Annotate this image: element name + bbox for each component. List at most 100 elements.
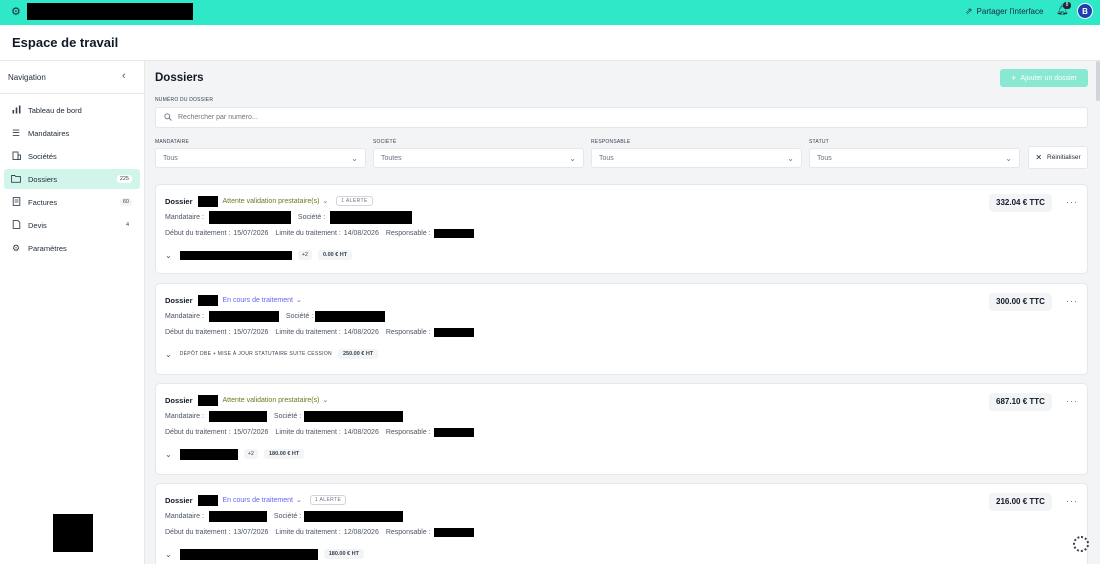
sidebar-item-label: Dossiers — [28, 174, 58, 184]
debut-label: Début du traitement : — [165, 429, 231, 436]
dossier-card[interactable]: Dossier Attente validation prestataire(s… — [155, 184, 1088, 274]
sidebar-item-count: 225 — [116, 175, 132, 183]
settings-gear-icon[interactable]: ⚙ — [11, 5, 21, 19]
alert-badge[interactable]: 1 ALERTE — [309, 495, 347, 505]
debut-date: 15/07/2026 — [233, 230, 269, 237]
sidebar-item-label: Factures — [28, 197, 58, 207]
filter-societe-select[interactable]: Toutes ⌄ — [373, 148, 584, 168]
dossier-card[interactable]: Dossier Attente validation prestataire(s… — [155, 383, 1088, 475]
add-dossier-button[interactable]: + Ajouter un dossier — [1000, 69, 1088, 87]
status-dropdown[interactable]: En cours de traitement ⌄ — [222, 496, 302, 505]
more-options-icon[interactable]: ··· — [1066, 496, 1078, 506]
expand-chevron-icon[interactable]: ⌄ — [165, 550, 172, 559]
redacted-dossier-number — [197, 195, 218, 207]
sidebar-item-tableau-de-bord[interactable]: Tableau de bord — [4, 100, 140, 120]
status-dropdown[interactable]: Attente validation prestataire(s) ⌄ — [223, 396, 329, 405]
expand-chevron-icon[interactable]: ⌄ — [165, 450, 172, 459]
search-input[interactable] — [178, 114, 1058, 121]
scrollbar[interactable] — [1096, 61, 1100, 101]
debut-date: 13/07/2026 — [233, 529, 269, 536]
sidebar-item-dossiers[interactable]: Dossiers 225 — [4, 169, 140, 189]
list-icon: ☰ — [11, 127, 21, 138]
dossier-card[interactable]: Dossier En cours de traitement ⌄ Mandata… — [155, 283, 1088, 375]
redacted-societe — [304, 511, 404, 522]
dossier-label: Dossier — [165, 196, 193, 206]
debut-label: Début du traitement : — [165, 230, 231, 237]
share-interface-button[interactable]: ⇗ Partager l'interface — [965, 6, 1043, 17]
sidebar-item-factures[interactable]: Factures 60 — [4, 192, 140, 212]
status-dropdown[interactable]: En cours de traitement ⌄ — [222, 296, 302, 305]
status-label: En cours de traitement — [222, 496, 293, 504]
sidebar-item-parametres[interactable]: ⚙ Paramètres — [4, 238, 140, 258]
sidebar-item-devis[interactable]: Devis 4 — [4, 215, 140, 235]
sidebar: Navigation ‹ Tableau de bord ☰ Mandatair… — [0, 61, 145, 564]
price-ttc: 332.04 € TTC — [989, 194, 1052, 212]
mandataire-label: Mandataire : — [165, 513, 204, 520]
limite-label: Limite du traitement : — [275, 329, 341, 336]
sidebar-item-count: 4 — [125, 222, 129, 228]
redacted-prestation — [179, 250, 292, 260]
collapse-sidebar-icon[interactable]: ‹ — [122, 70, 126, 82]
gear-icon: ⚙ — [11, 242, 21, 253]
dossier-label: Dossier — [165, 295, 193, 305]
redacted-mandataire — [208, 211, 291, 224]
redacted-responsable — [433, 428, 474, 437]
sidebar-header: Navigation ‹ — [0, 61, 144, 94]
price-ttc: 300.00 € TTC — [989, 293, 1052, 311]
responsable-label: Responsable : — [385, 329, 431, 336]
dossier-card[interactable]: Dossier En cours de traitement ⌄ 1 ALERT… — [155, 483, 1088, 564]
avatar[interactable]: B — [1077, 3, 1093, 19]
main-content: Dossiers + Ajouter un dossier NUMÉRO DU … — [145, 61, 1100, 564]
status-dropdown[interactable]: Attente validation prestataire(s) ⌄ — [223, 197, 329, 206]
redacted-app-name — [27, 3, 193, 20]
sidebar-item-mandataires[interactable]: ☰ Mandataires — [4, 123, 140, 143]
price-ttc: 687.10 € TTC — [989, 393, 1052, 411]
amount-ht-badge: 180.00 € HT — [323, 549, 364, 559]
debut-date: 15/07/2026 — [233, 429, 269, 436]
folder-icon — [11, 174, 21, 185]
chevron-down-icon: ⌄ — [322, 198, 329, 205]
sidebar-item-count: 60 — [119, 198, 132, 206]
sidebar-heading: Navigation — [8, 73, 46, 82]
filter-label-statut: STATUT — [809, 139, 829, 145]
redacted-logo — [53, 514, 93, 552]
building-icon — [11, 151, 21, 162]
status-label: En cours de traitement — [222, 296, 293, 304]
filter-label-mandataire: MANDATAIRE — [155, 139, 190, 145]
filter-value: Tous — [599, 154, 614, 162]
sidebar-item-label: Mandataires — [28, 128, 70, 138]
redacted-dossier-number — [197, 494, 218, 506]
reset-filters-button[interactable]: ✕ Réinitialiser — [1028, 146, 1088, 169]
more-options-icon[interactable]: ··· — [1066, 197, 1078, 207]
filter-value: Tous — [817, 154, 832, 162]
filter-value: Tous — [163, 154, 178, 162]
expand-chevron-icon[interactable]: ⌄ — [165, 350, 172, 359]
chevron-down-icon: ⌄ — [322, 397, 329, 404]
search-field[interactable] — [155, 107, 1088, 128]
redacted-mandataire — [208, 511, 267, 522]
dossier-label: Dossier — [165, 395, 193, 405]
sidebar-item-societes[interactable]: Sociétés — [4, 146, 140, 166]
debut-label: Début du traitement : — [165, 329, 231, 336]
societe-label: Société : — [297, 214, 326, 221]
more-prestations-badge[interactable]: +2 — [297, 250, 312, 260]
redacted-mandataire — [208, 311, 279, 322]
expand-chevron-icon[interactable]: ⌄ — [165, 251, 172, 260]
filter-label-societe: SOCIÉTÉ — [373, 139, 397, 145]
reset-label: Réinitialiser — [1047, 154, 1081, 161]
mandataire-label: Mandataire : — [165, 313, 204, 320]
page-title: Dossiers — [155, 72, 204, 84]
filter-mandataire-select[interactable]: Tous ⌄ — [155, 148, 366, 168]
chevron-down-icon: ⌄ — [295, 497, 302, 504]
more-options-icon[interactable]: ··· — [1066, 296, 1078, 306]
redacted-responsable — [433, 528, 474, 537]
more-prestations-badge[interactable]: +2 — [243, 449, 258, 459]
alert-badge[interactable]: 1 ALERTE — [336, 196, 373, 206]
chevron-down-icon: ⌄ — [569, 153, 576, 163]
invoice-icon — [11, 196, 21, 208]
filter-statut-select[interactable]: Tous ⌄ — [809, 148, 1020, 168]
responsable-label: Responsable : — [385, 529, 431, 536]
chevron-down-icon: ⌄ — [351, 153, 358, 163]
more-options-icon[interactable]: ··· — [1066, 396, 1078, 406]
filter-responsable-select[interactable]: Tous ⌄ — [591, 148, 802, 168]
